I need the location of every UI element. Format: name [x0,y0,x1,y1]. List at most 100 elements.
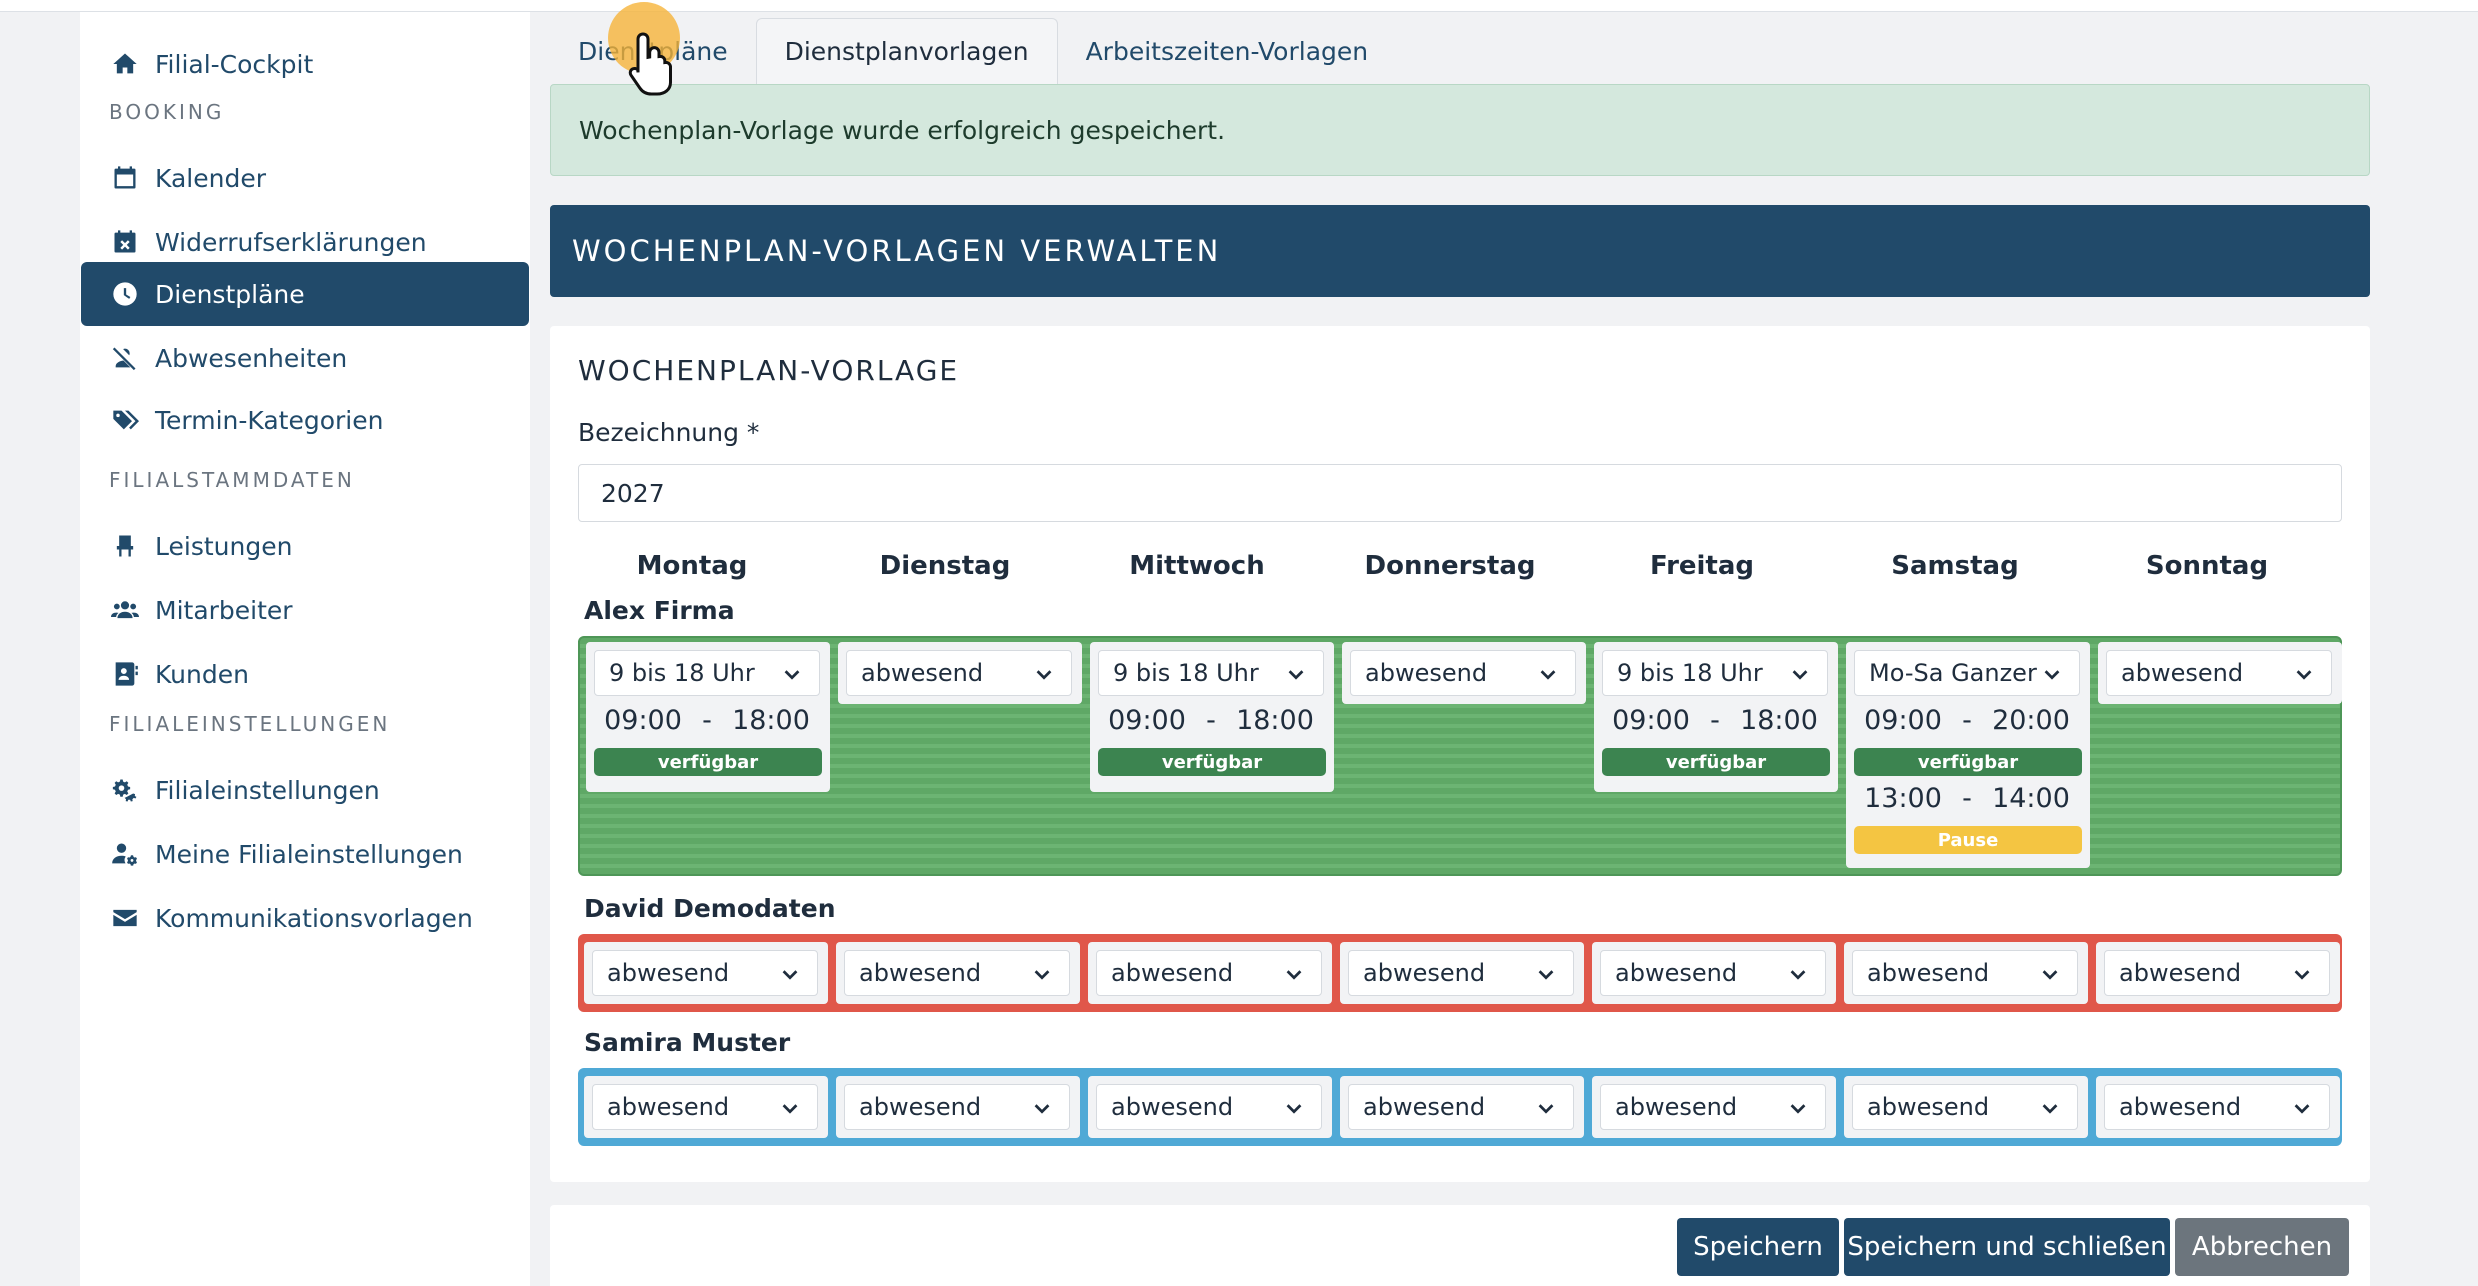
time-from[interactable]: 09:00 [604,705,682,736]
home-icon [109,48,141,80]
sidebar-item-label: Kunden [155,659,249,689]
sidebar-item-mitarbeiter[interactable]: Mitarbeiter [81,578,529,642]
day-cell: abwesend [584,942,828,1004]
shift-select[interactable]: abwesend [1096,1084,1322,1130]
shift-select[interactable]: abwesend [592,950,818,996]
shift-select[interactable]: abwesend [592,1084,818,1130]
sidebar-item-filialeinstellungen[interactable]: Filialeinstellungen [81,758,529,822]
sidebar-item-kunden[interactable]: Kunden [81,642,529,706]
sidebar-item-label: Mitarbeiter [155,595,293,625]
time-from[interactable]: 09:00 [1612,705,1690,736]
pause-range: 13:00-14:00 [1854,778,2080,818]
name-input[interactable] [578,464,2342,522]
shift-select[interactable]: abwesend [2104,1084,2330,1130]
day-header-samstag: Samstag [1891,551,2019,581]
time-range: 09:00-18:00 [594,700,820,740]
pause-from[interactable]: 13:00 [1864,783,1942,814]
day-cell: abwesend [1844,1076,2088,1138]
sidebar-item-kalender[interactable]: Kalender [81,146,529,210]
pause-to[interactable]: 14:00 [1992,783,2070,814]
sidebar-section-booking: BOOKING [109,100,225,124]
sidebar-item-label: Leistungen [155,531,293,561]
sidebar-item-label: Termin-Kategorien [155,405,384,435]
day-cell: abwesend [1088,942,1332,1004]
sidebar-item-abwesenheiten[interactable]: Abwesenheiten [81,326,529,390]
day-header-sonntag: Sonntag [2145,551,2269,581]
shift-select-value: abwesend [1615,1093,1738,1121]
shift-select[interactable]: abwesend [2106,650,2332,696]
time-to[interactable]: 18:00 [732,705,810,736]
chevron-down-icon [1789,663,1811,685]
time-from[interactable]: 09:00 [1108,705,1186,736]
sidebar-item-meine-filialeinstellungen[interactable]: Meine Filialeinstellungen [81,822,529,886]
shift-select[interactable]: abwesend [1350,650,1576,696]
day-cell: abwesend [836,942,1080,1004]
time-to[interactable]: 20:00 [1992,705,2070,736]
shift-select[interactable]: abwesend [1348,1084,1574,1130]
employee-row-david-demodaten: abwesend abwesend abwesend abwesend abwe… [578,934,2342,1012]
chevron-down-icon [1283,1097,1305,1119]
shift-select[interactable]: abwesend [2104,950,2330,996]
sidebar-item-leistungen[interactable]: Leistungen [81,514,529,578]
shift-select[interactable]: 9 bis 18 Uhr [594,650,820,696]
time-separator: - [1962,782,1972,814]
time-range: 09:00-18:00 [1098,700,1324,740]
chevron-down-icon [1537,663,1559,685]
shift-select[interactable]: abwesend [1852,1084,2078,1130]
time-to[interactable]: 18:00 [1236,705,1314,736]
chevron-down-icon [1031,963,1053,985]
save-and-close-button[interactable]: Speichern und schließen [1844,1218,2170,1276]
sidebar-item-termin-kategorien[interactable]: Termin-Kategorien [81,388,529,452]
shift-select[interactable]: abwesend [1096,950,1322,996]
time-from[interactable]: 09:00 [1864,705,1942,736]
cancel-button[interactable]: Abbrechen [2175,1218,2349,1276]
gears-icon [109,774,141,806]
chevron-down-icon [2039,1097,2061,1119]
tab-dienstplanvorlagen[interactable]: Dienstplanvorlagen [755,18,1058,84]
sidebar-item-label: Widerrufserklärungen [155,227,427,257]
page-header: WOCHENPLAN-VORLAGEN VERWALTEN [550,205,2370,297]
day-cell: abwesend [1844,942,2088,1004]
shift-select[interactable]: 9 bis 18 Uhr [1098,650,1324,696]
chevron-down-icon [1535,1097,1557,1119]
form-title: WOCHENPLAN-VORLAGE [578,354,960,387]
shift-select[interactable]: abwesend [1348,950,1574,996]
day-cell: abwesend [1592,942,1836,1004]
shift-select-value: abwesend [1363,959,1486,987]
chevron-down-icon [779,1097,801,1119]
time-separator: - [1206,704,1216,736]
shift-select-value: abwesend [1111,1093,1234,1121]
shift-select[interactable]: abwesend [844,1084,1070,1130]
shift-select-value: abwesend [2121,659,2244,687]
shift-select[interactable]: 9 bis 18 Uhr [1602,650,1828,696]
sidebar-item-label: Filial-Cockpit [155,49,314,79]
day-cell: 9 bis 18 Uhr 09:00-18:00 verfügbar [1090,642,1334,792]
tab-arbeitszeiten-vorlagen[interactable]: Arbeitszeiten-Vorlagen [1058,18,1397,84]
day-header-dienstag: Dienstag [879,551,1011,581]
shift-select[interactable]: Mo-Sa Ganzer [1854,650,2080,696]
sidebar-item-filial-cockpit[interactable]: Filial-Cockpit [81,32,529,96]
shift-select-value: abwesend [1615,959,1738,987]
shift-select-value: abwesend [1365,659,1488,687]
chevron-down-icon [781,663,803,685]
day-cell: 9 bis 18 Uhr 09:00-18:00 verfügbar [1594,642,1838,792]
sidebar-item-dienstplaene[interactable]: Dienstpläne [81,262,529,326]
time-to[interactable]: 18:00 [1740,705,1818,736]
shift-select[interactable]: abwesend [1600,1084,1826,1130]
shift-select[interactable]: abwesend [1600,950,1826,996]
shift-select[interactable]: abwesend [1852,950,2078,996]
shift-select[interactable]: abwesend [846,650,1072,696]
user-gear-icon [109,838,141,870]
save-button[interactable]: Speichern [1677,1218,1839,1276]
sidebar-item-kommunikationsvorlagen[interactable]: Kommunikationsvorlagen [81,886,529,950]
shift-select[interactable]: abwesend [844,950,1070,996]
shift-select-value: abwesend [2119,959,2242,987]
chevron-down-icon [1033,663,1055,685]
day-cell: abwesend [1340,1076,1584,1138]
sidebar: Filial-Cockpit BOOKING Kalender Widerruf… [80,12,530,1286]
day-cell: abwesend [1342,642,1586,704]
time-range: 09:00-20:00 [1854,700,2080,740]
calendar-icon [109,162,141,194]
chevron-down-icon [1285,663,1307,685]
chevron-down-icon [1283,963,1305,985]
